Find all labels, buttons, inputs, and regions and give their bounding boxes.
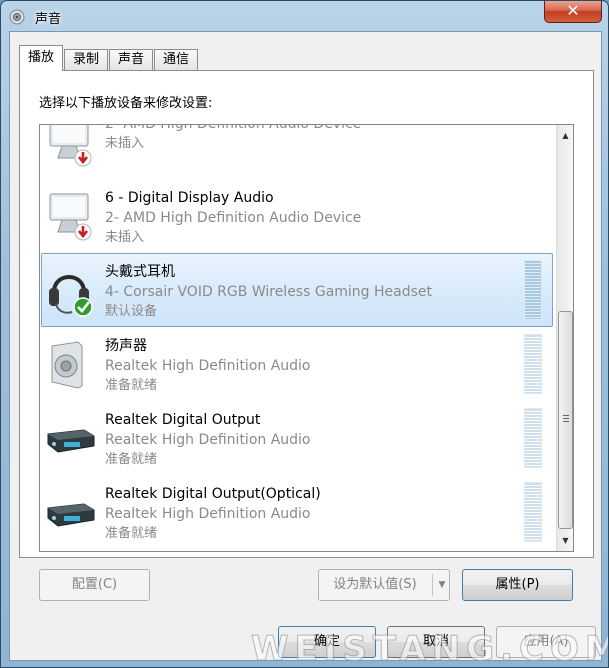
- title-bar[interactable]: 声音 ✕: [1, 1, 608, 31]
- device-status: 准备就绪: [105, 526, 158, 541]
- playback-device-list[interactable]: 2- AMD High Definition Audio Device 未插入: [39, 124, 574, 552]
- device-text: 头戴式耳机 4- Corsair VOID RGB Wireless Gamin…: [105, 262, 432, 322]
- device-name: 扬声器: [105, 338, 147, 354]
- device-list-items: 2- AMD High Definition Audio Device 未插入: [40, 124, 554, 549]
- close-button[interactable]: ✕: [544, 1, 602, 23]
- device-status: 准备就绪: [105, 378, 158, 393]
- device-status: 默认设备: [105, 304, 158, 319]
- device-name: 头戴式耳机: [105, 264, 175, 280]
- device-text: Realtek Digital Output(Optical) Realtek …: [105, 484, 321, 544]
- tab-strip: 播放 录制 声音 通信: [19, 45, 199, 71]
- device-description: 2- AMD High Definition Audio Device: [105, 124, 362, 132]
- dialog-client-area: 播放 录制 声音 通信 选择以下播放设备来修改设置: 2- AMD High D…: [9, 31, 602, 661]
- device-description: Realtek High Definition Audio: [105, 506, 311, 522]
- device-status: 准备就绪: [105, 452, 158, 467]
- close-icon: ✕: [566, 1, 580, 20]
- dropdown-arrow-icon[interactable]: ▼: [435, 570, 449, 600]
- device-name: Realtek Digital Output: [105, 412, 261, 428]
- volume-level-meter: [524, 408, 542, 468]
- device-item-realtek-digital-output-optical[interactable]: Realtek Digital Output(Optical) Realtek …: [41, 475, 553, 549]
- headset-default-icon: [49, 275, 93, 317]
- properties-button[interactable]: 属性(P): [462, 569, 573, 601]
- tab-communications[interactable]: 通信: [154, 49, 199, 71]
- scroll-up-arrow-icon[interactable]: ▲: [557, 127, 573, 144]
- instruction-text: 选择以下播放设备来修改设置:: [39, 96, 213, 111]
- configure-button[interactable]: 配置(C): [39, 569, 150, 601]
- volume-level-meter: [524, 482, 542, 542]
- playback-panel: 选择以下播放设备来修改设置: 2- AMD High Definition Au…: [19, 70, 594, 558]
- monitor-unplugged-icon: [49, 193, 92, 241]
- speaker-app-icon: [9, 9, 25, 25]
- digital-output-icon: [47, 429, 95, 453]
- monitor-unplugged-icon: [49, 125, 92, 167]
- tab-playback[interactable]: 播放: [19, 45, 64, 71]
- device-status: 未插入: [105, 136, 145, 151]
- device-name: 6 - Digital Display Audio: [105, 190, 274, 206]
- device-text: 6 - Digital Display Audio 2- AMD High De…: [105, 188, 361, 248]
- tab-sounds[interactable]: 声音: [109, 49, 154, 71]
- device-text: 扬声器 Realtek High Definition Audio 准备就绪: [105, 336, 311, 396]
- set-default-label: 设为默认值(S): [333, 577, 417, 592]
- device-item-realtek-digital-output[interactable]: Realtek Digital Output Realtek High Defi…: [41, 401, 553, 475]
- window-title: 声音: [35, 12, 62, 27]
- vertical-scrollbar[interactable]: ▲ ▼: [556, 125, 573, 551]
- device-item-digital-display-audio[interactable]: 6 - Digital Display Audio 2- AMD High De…: [41, 179, 553, 253]
- device-item-headset[interactable]: 头戴式耳机 4- Corsair VOID RGB Wireless Gamin…: [41, 253, 553, 327]
- split-separator: [432, 574, 433, 596]
- tab-recording[interactable]: 录制: [64, 49, 109, 71]
- device-item-amd-hdmi[interactable]: 2- AMD High Definition Audio Device 未插入: [41, 124, 553, 179]
- watermark-text: WEISTANG.COM: [251, 629, 609, 668]
- sound-dialog-window: 声音 ✕ 播放 录制 声音 通信 选择以下播放设备来修改设置: 2- AMD H…: [0, 0, 609, 668]
- volume-level-meter: [524, 334, 542, 394]
- device-item-speakers[interactable]: 扬声器 Realtek High Definition Audio 准备就绪: [41, 327, 553, 401]
- device-status: 未插入: [105, 230, 145, 245]
- device-description: 2- AMD High Definition Audio Device: [105, 210, 362, 226]
- volume-level-meter: [524, 260, 542, 320]
- device-text: Realtek Digital Output Realtek High Defi…: [105, 410, 311, 470]
- scrollbar-thumb[interactable]: [558, 311, 573, 529]
- device-description: Realtek High Definition Audio: [105, 432, 311, 448]
- device-description: Realtek High Definition Audio: [105, 358, 311, 374]
- digital-output-icon: [47, 503, 95, 527]
- scroll-down-arrow-icon[interactable]: ▼: [557, 532, 573, 549]
- device-description: 4- Corsair VOID RGB Wireless Gaming Head…: [105, 284, 433, 300]
- grip-icon: [563, 415, 569, 422]
- set-default-button[interactable]: 设为默认值(S) ▼: [318, 569, 450, 601]
- speaker-icon: [51, 341, 83, 389]
- device-text: 2- AMD High Definition Audio Device 未插入: [105, 124, 362, 154]
- device-name: Realtek Digital Output(Optical): [105, 486, 321, 502]
